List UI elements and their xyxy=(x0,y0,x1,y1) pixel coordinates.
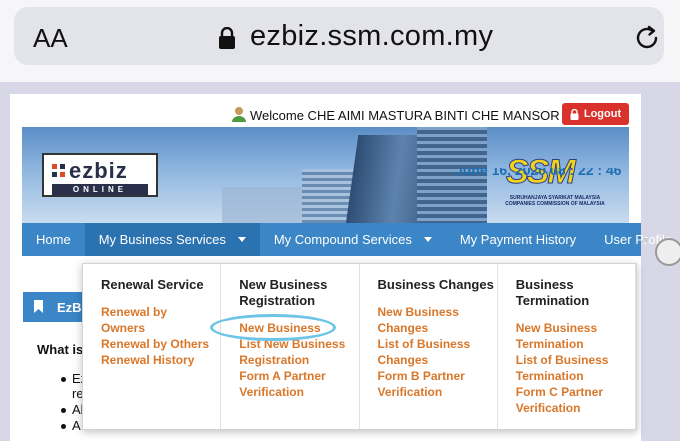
logout-button[interactable]: Logout xyxy=(562,103,629,125)
list-item: A xyxy=(72,418,81,433)
menu-link-renewal-history[interactable]: Renewal History xyxy=(101,352,220,368)
menu-column-termination: Business Termination New Business Termin… xyxy=(498,264,636,429)
address-bar[interactable]: AA ezbiz.ssm.com.my xyxy=(14,7,664,65)
menu-column-business-changes: Business Changes New Business Changes Li… xyxy=(360,264,498,429)
menu-link-form-c-partner[interactable]: Form C Partner Verification xyxy=(516,384,635,416)
bookmark-icon xyxy=(34,300,43,313)
nav-item-my-compound-services[interactable]: My Compound Services xyxy=(260,223,446,256)
welcome-row: Welcome CHE AIMI MASTURA BINTI CHE MANSO… xyxy=(10,102,641,126)
url-text[interactable]: ezbiz.ssm.com.my xyxy=(250,20,493,53)
ezbiz-wordmark: ezbiz xyxy=(69,158,128,183)
nav-item-my-business-services[interactable]: My Business Services xyxy=(84,223,260,256)
reload-icon[interactable] xyxy=(632,23,662,53)
menu-link-new-business-termination[interactable]: New Business Termination xyxy=(516,320,635,352)
welcome-text: Welcome CHE AIMI MASTURA BINTI CHE MANSO… xyxy=(250,108,592,123)
user-icon xyxy=(232,107,246,122)
chevron-down-icon xyxy=(642,238,650,243)
ssm-logo: SSM SURUHANJAYA SYARIKAT MALAYSIA COMPAN… xyxy=(494,153,614,215)
menu-link-new-business-changes[interactable]: New Business Changes xyxy=(378,304,497,336)
menu-link-form-a-partner[interactable]: Form A Partner Verification xyxy=(239,368,358,400)
text-size-button[interactable]: AA xyxy=(33,23,68,54)
menu-column-renewal: Renewal Service Renewal by Owners Renewa… xyxy=(83,264,222,429)
overflow-indicator xyxy=(655,238,680,266)
nav-item-my-payment-history[interactable]: My Payment History xyxy=(446,223,590,256)
main-nav: Home My Business Services My Compound Se… xyxy=(22,223,672,256)
menu-link-new-business[interactable]: New Business xyxy=(239,320,358,336)
menu-link-renewal-by-owners[interactable]: Renewal by Owners xyxy=(101,304,220,336)
chevron-down-icon xyxy=(423,237,432,242)
menu-heading: Business Changes xyxy=(377,277,494,292)
menu-link-list-business-termination[interactable]: List of Business Termination xyxy=(516,352,635,384)
ezbiz-logo[interactable]: ezbiz ONLINE xyxy=(42,153,158,197)
business-services-dropdown: Renewal Service Renewal by Owners Renewa… xyxy=(82,263,637,430)
menu-link-list-business-changes[interactable]: List of Business Changes xyxy=(378,336,497,368)
nav-item-home[interactable]: Home xyxy=(22,223,85,256)
ezbiz-tagline: ONLINE xyxy=(52,184,148,195)
menu-heading: Renewal Service xyxy=(101,277,204,292)
menu-heading: Business Termination xyxy=(515,277,590,308)
lock-icon xyxy=(219,27,235,49)
menu-column-new-business: New Business Registration New Business L… xyxy=(221,264,360,429)
chevron-down-icon xyxy=(237,237,246,242)
logout-label: Logout xyxy=(583,108,622,120)
menu-link-renewal-by-others[interactable]: Renewal by Others xyxy=(101,336,220,352)
menu-link-form-b-partner[interactable]: Form B Partner Verification xyxy=(378,368,497,400)
panel-title: EzBi xyxy=(57,300,86,315)
menu-heading: New Business Registration xyxy=(239,277,328,308)
ssm-subtitle: SURUHANJAYA SYARIKAT MALAYSIA COMPANIES … xyxy=(505,195,605,207)
ezbiz-dots-icon xyxy=(52,164,65,177)
menu-link-list-new-business[interactable]: List New Business Registration xyxy=(239,336,358,368)
section-heading: What is xyxy=(37,342,84,357)
lock-icon xyxy=(570,108,579,120)
browser-toolbar: AA ezbiz.ssm.com.my xyxy=(0,0,680,82)
